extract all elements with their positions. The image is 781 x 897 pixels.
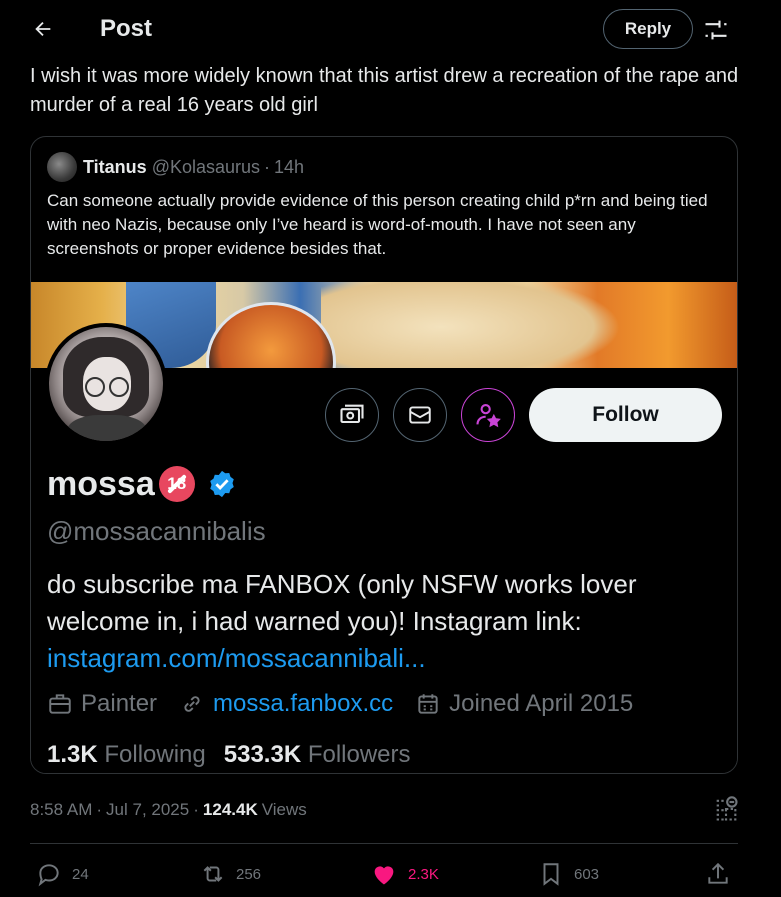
profession-item: Painter bbox=[47, 690, 157, 718]
share-action[interactable] bbox=[705, 856, 731, 892]
quoted-post-text: Can someone actually provide evidence of… bbox=[47, 191, 708, 258]
quoted-handle[interactable]: @Kolasaurus bbox=[152, 157, 260, 178]
quoted-post-header: Titanus @Kolasaurus · 14h bbox=[47, 152, 304, 182]
following-stat[interactable]: 1.3K Following bbox=[47, 741, 206, 769]
analytics-icon[interactable] bbox=[712, 795, 740, 823]
briefcase-icon bbox=[49, 694, 71, 714]
following-label: Following bbox=[104, 741, 206, 768]
repost-count: 256 bbox=[236, 865, 262, 883]
back-arrow-icon[interactable] bbox=[28, 14, 58, 44]
followers-label: Followers bbox=[307, 741, 411, 768]
views-label: Views bbox=[261, 800, 307, 819]
profile-avatar[interactable] bbox=[45, 323, 167, 445]
bookmark-count: 603 bbox=[574, 865, 600, 883]
follow-button[interactable]: Follow bbox=[529, 388, 722, 442]
following-count: 1.3K bbox=[47, 741, 98, 768]
bookmark-icon bbox=[543, 863, 559, 886]
share-icon bbox=[708, 862, 728, 884]
subscribe-person-star-icon[interactable] bbox=[461, 388, 515, 442]
views-count: 124.4K bbox=[202, 800, 258, 819]
repost-icon bbox=[203, 866, 223, 882]
quoted-time[interactable]: 14h bbox=[274, 157, 304, 178]
website-item: mossa.fanbox.cc bbox=[179, 690, 393, 718]
profile-display-name[interactable]: mossa bbox=[47, 465, 155, 504]
profile-bio-text: do subscribe ma FANBOX (only NSFW works … bbox=[47, 569, 637, 636]
repost-action[interactable]: 256 bbox=[200, 856, 261, 892]
post-metadata: 8:58 AM · Jul 7, 2025 · 124.4K Views bbox=[30, 798, 307, 822]
calendar-icon bbox=[418, 694, 438, 714]
heart-icon bbox=[374, 866, 394, 885]
profile-stats: 1.3K Following 533.3K Followers bbox=[47, 740, 411, 770]
post-text: I wish it was more widely known that thi… bbox=[30, 65, 739, 116]
instagram-link[interactable]: instagram.com/mossacannibali... bbox=[47, 640, 727, 677]
bookmark-action[interactable]: 603 bbox=[538, 856, 599, 892]
profile-handle: @mossacannibalis bbox=[47, 516, 266, 546]
nsfw-badge-text: 18 bbox=[167, 474, 187, 493]
profile-meta: Painter mossa.fanbox.cc Joined April 201… bbox=[47, 688, 649, 720]
joined-item: Joined April 2015 bbox=[415, 690, 633, 718]
sliders-icon[interactable] bbox=[702, 16, 730, 44]
quoted-post[interactable]: Titanus @Kolasaurus · 14h Can someone ac… bbox=[30, 136, 738, 774]
profile-card: Follow mossa 18 @mossacannibalis do subs… bbox=[31, 323, 737, 773]
followers-count: 533.3K bbox=[223, 741, 302, 768]
reply-button[interactable]: Reply bbox=[603, 9, 693, 49]
profile-name-row: mossa 18 bbox=[47, 464, 237, 504]
quoted-avatar[interactable] bbox=[47, 152, 77, 182]
post-time[interactable]: 8:58 AM bbox=[30, 800, 92, 820]
profession-label: Painter bbox=[81, 690, 158, 717]
like-count: 2.3K bbox=[408, 865, 439, 883]
separator-dot: · bbox=[193, 800, 199, 819]
link-icon bbox=[184, 696, 200, 712]
envelope-icon[interactable] bbox=[393, 388, 447, 442]
page-title: Post bbox=[100, 15, 153, 42]
action-bar: 24 256 2.3K 603 bbox=[0, 856, 781, 892]
like-action[interactable]: 2.3K bbox=[370, 856, 439, 892]
reply-action[interactable]: 24 bbox=[36, 856, 89, 892]
money-icon[interactable] bbox=[325, 388, 379, 442]
joined-date: Joined April 2015 bbox=[449, 690, 634, 717]
followers-stat[interactable]: 533.3K Followers bbox=[224, 741, 411, 769]
post-date[interactable]: Jul 7, 2025 bbox=[106, 800, 189, 820]
website-link[interactable]: mossa.fanbox.cc bbox=[213, 690, 393, 718]
divider bbox=[30, 843, 738, 844]
profile-bio: do subscribe ma FANBOX (only NSFW works … bbox=[47, 566, 727, 677]
verified-badge-icon[interactable] bbox=[207, 469, 237, 499]
no-under-18-icon: 18 bbox=[158, 466, 195, 502]
quoted-display-name[interactable]: Titanus bbox=[83, 157, 147, 178]
top-bar: Post Reply bbox=[0, 0, 781, 58]
separator-dot: · bbox=[96, 800, 103, 819]
reply-icon bbox=[38, 864, 59, 887]
reply-count: 24 bbox=[72, 865, 89, 883]
separator-dot: · bbox=[264, 156, 271, 177]
